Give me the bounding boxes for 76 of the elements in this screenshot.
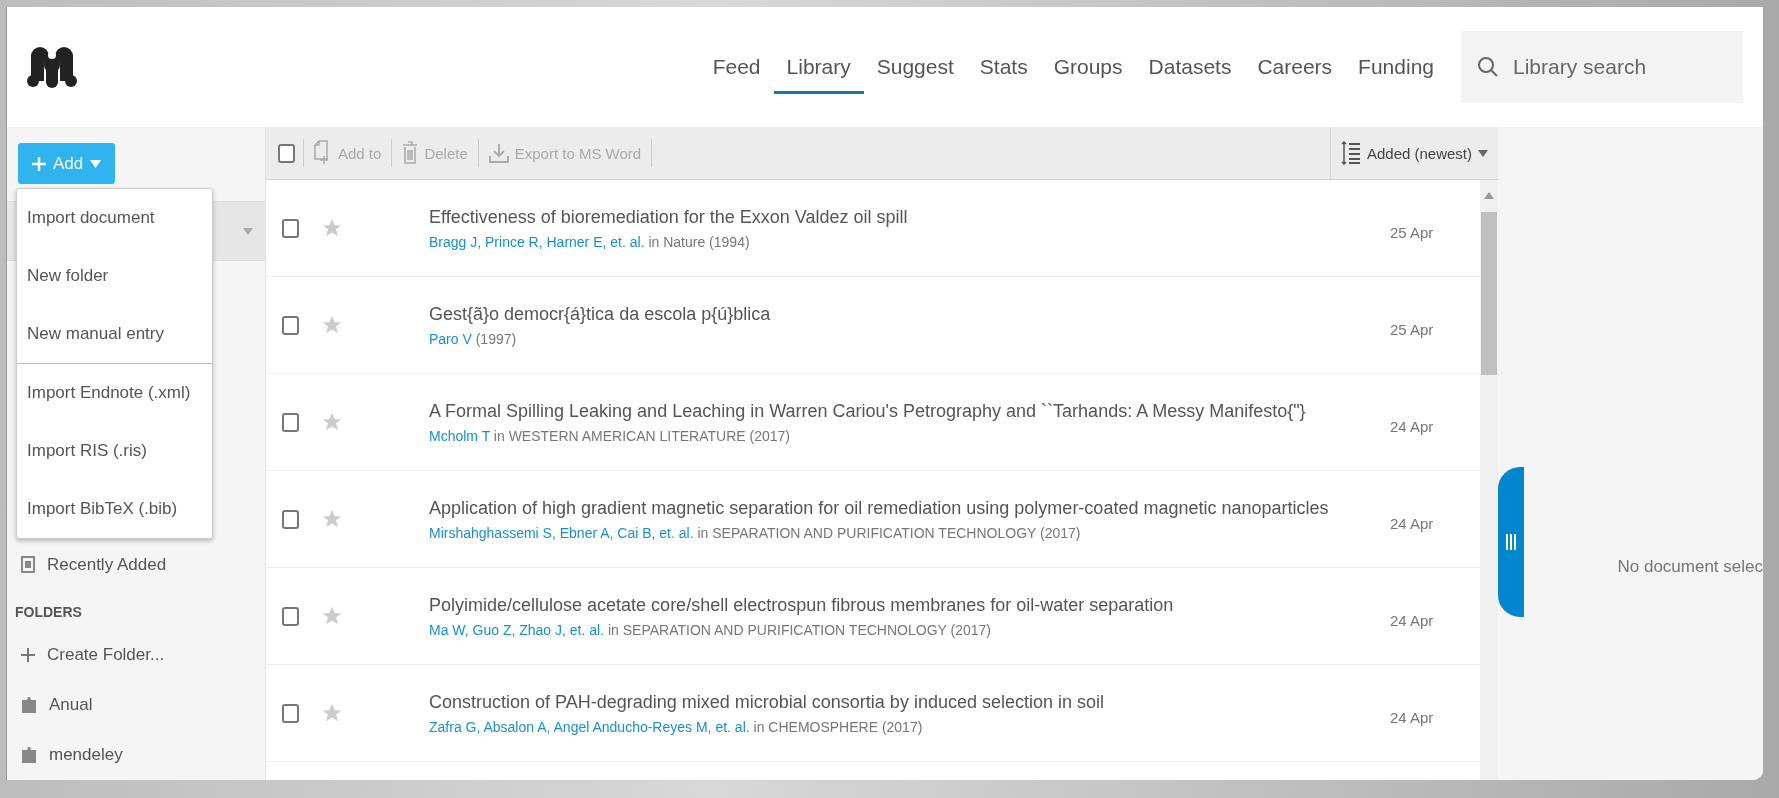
document-icon	[21, 556, 35, 574]
menu-item[interactable]: New manual entry	[17, 305, 212, 363]
document-meta: Paro V (1997)	[429, 330, 518, 347]
document-title[interactable]: A Formal Spilling Leaking and Leaching in Warren Cariou's Petrography and ``Tarhands: A Messy Manifesto{"}	[429, 400, 1390, 422]
checkbox[interactable]	[282, 509, 299, 529]
star-icon[interactable]	[321, 702, 343, 724]
checkbox[interactable]	[282, 703, 299, 723]
folder-item[interactable]: Anual	[7, 680, 265, 730]
star-icon[interactable]	[321, 605, 343, 627]
nav-tab[interactable]: Datasets	[1135, 40, 1245, 94]
folder-icon	[21, 746, 37, 764]
scroll-up-icon	[1484, 192, 1494, 199]
caret-icon	[90, 159, 102, 168]
checkbox[interactable]	[282, 315, 299, 335]
authors-link[interactable]: Paro V	[429, 330, 472, 347]
checkbox[interactable]	[282, 218, 299, 238]
nav-tab[interactable]: Suggest	[863, 40, 967, 94]
search-icon	[1477, 56, 1499, 78]
authors-link[interactable]: Bragg J, Prince R, Harner E, et. al.	[429, 233, 645, 250]
document-meta: Zafra G, Absalon A, Angel Anducho-Reyes M, et. al. in CHEMOSPHERE (2017)	[429, 718, 924, 735]
date-added: 25 Apr	[1390, 320, 1435, 338]
trash-icon	[402, 141, 419, 165]
nav-tab[interactable]: Funding	[1345, 40, 1447, 94]
nav-tab[interactable]: Library	[773, 40, 864, 94]
document-title[interactable]: Polyimide/cellulose acetate core/shell electrospun fibrous membranes for oil-water separation	[429, 594, 1390, 616]
document-title[interactable]: Effectiveness of bioremediation for the Exxon Valdez oil spill	[429, 206, 1390, 228]
download-icon	[488, 143, 509, 163]
menu-item[interactable]: New folder	[17, 247, 212, 305]
sidebar-item[interactable]: Recently Added	[7, 540, 265, 590]
document-title[interactable]: Construction of PAH-degrading mixed microbial consortia by induced selection in soil	[429, 691, 1390, 713]
folder-item[interactable]: mendeley	[7, 730, 265, 780]
date-added: 24 Apr	[1390, 611, 1435, 629]
star-icon[interactable]	[321, 217, 343, 239]
section-heading: FOLDERS	[14, 603, 83, 622]
create-folder-link[interactable]: Create Folder...	[7, 630, 265, 680]
document-title[interactable]: Gest{ã}o democr{á}tica da escola p{ú}blica	[429, 303, 1390, 325]
nav-tab[interactable]: Groups	[1040, 40, 1136, 94]
plus-icon	[31, 156, 46, 171]
empty-message: No document selec	[1617, 557, 1763, 577]
star-icon[interactable]	[321, 411, 343, 433]
checkbox[interactable]	[282, 412, 299, 432]
authors-link[interactable]: Mcholm T	[429, 427, 490, 444]
blob-logo-icon	[27, 45, 77, 89]
scrollbar-track[interactable]	[1480, 180, 1498, 780]
document-title[interactable]: Application of high gradient magnetic separation for oil remediation using polymer-coated magnetic nanoparticles	[429, 497, 1390, 519]
panel-handle[interactable]	[1498, 467, 1524, 617]
star-icon[interactable]	[321, 508, 343, 530]
date-added: 24 Apr	[1390, 514, 1435, 532]
checkbox[interactable]	[282, 606, 299, 626]
date-added: 25 Apr	[1390, 223, 1435, 241]
document-meta: Ma W, Guo Z, Zhao J, et. al. in SEPARATION AND PURIFICATION TECHNOLOGY (2017)	[429, 621, 992, 638]
date-added: 24 Apr	[1390, 417, 1435, 435]
authors-link[interactable]: Ma W, Guo Z, Zhao J, et. al.	[429, 621, 605, 638]
nav-tab[interactable]: Careers	[1244, 40, 1346, 94]
authors-link[interactable]: Mirshahghassemi S, Ebner A, Cai B, et. al.	[429, 524, 694, 541]
grip-icon	[1506, 534, 1516, 550]
date-added: 24 Apr	[1390, 708, 1435, 726]
caret-icon	[1478, 149, 1488, 157]
search-field[interactable]: Library search	[1461, 31, 1743, 103]
sort-icon	[1340, 141, 1361, 165]
authors-link[interactable]: Zafra G, Absalon A, Angel Anducho-Reyes M, et. al.	[429, 718, 750, 735]
menu-item[interactable]: Import document	[17, 189, 212, 247]
folder-icon	[21, 696, 37, 714]
caret-icon	[243, 227, 253, 235]
document-meta: Bragg J, Prince R, Harner E, et. al. in Nature (1994)	[429, 233, 751, 250]
plus-icon	[21, 648, 35, 662]
menu-item[interactable]: Import RIS (.ris)	[17, 422, 212, 480]
document-meta: Mcholm T in WESTERN AMERICAN LITERATURE (2017)	[429, 427, 791, 444]
nav-tab[interactable]: Stats	[966, 40, 1041, 94]
document-meta: Mirshahghassemi S, Ebner A, Cai B, et. al. in SEPARATION AND PURIFICATION TECHNOLOGY (2017)	[429, 524, 1082, 541]
star-icon[interactable]	[321, 314, 343, 336]
menu-item[interactable]: Import BibTeX (.bib)	[17, 480, 212, 538]
scrollbar-thumb[interactable]	[1481, 212, 1497, 375]
nav-tab[interactable]: Feed	[699, 40, 774, 94]
menu-item[interactable]: Import Endnote (.xml)	[17, 364, 212, 422]
checkbox[interactable]	[278, 143, 295, 163]
